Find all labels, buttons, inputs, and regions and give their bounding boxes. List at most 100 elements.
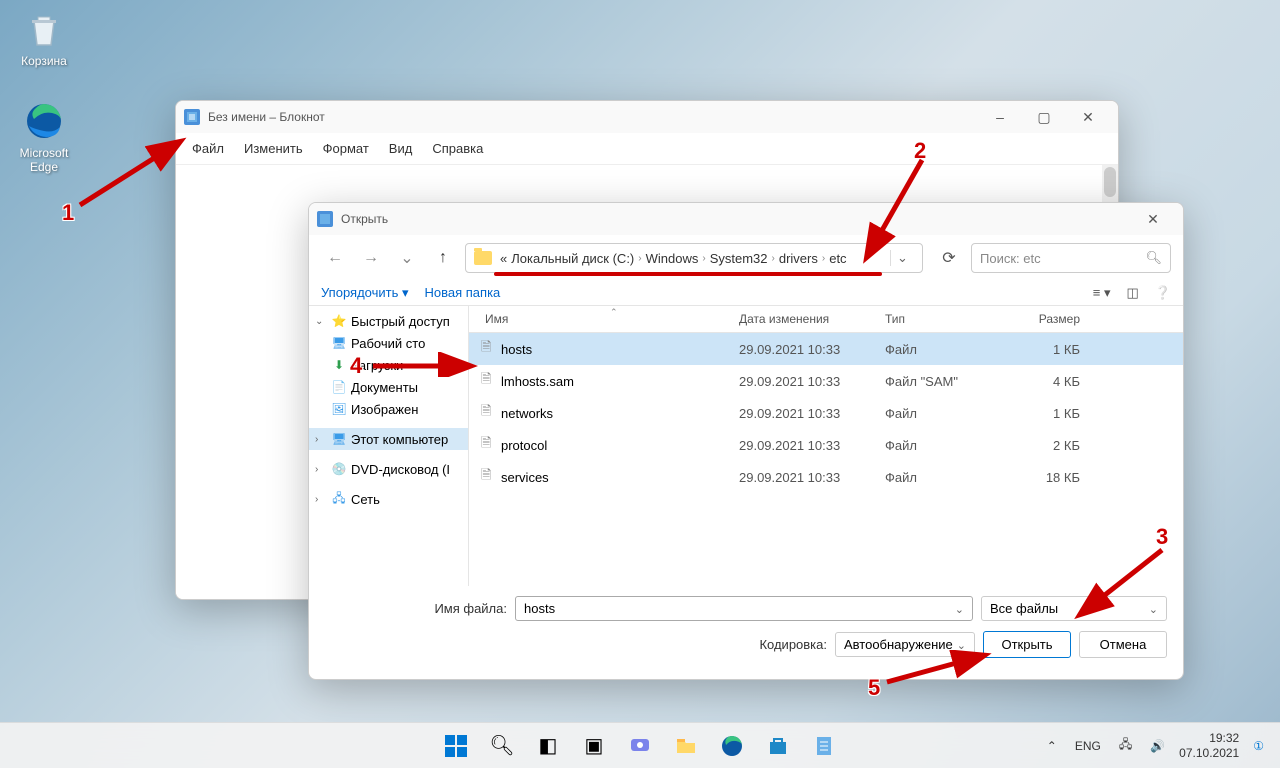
new-folder-button[interactable]: Новая папка [425, 285, 501, 301]
system-tray: ⌃ ENG 🖧 🔊 19:32 07.10.2021 ① [1043, 731, 1280, 760]
sidebar-this-pc[interactable]: ›🖥Этот компьютер [309, 428, 468, 450]
file-list: Имя⌃ Дата изменения Тип Размер 🗎hosts29.… [469, 306, 1183, 586]
search-icon: 🔍︎ [1145, 250, 1162, 266]
file-row[interactable]: 🗎hosts29.09.2021 10:33Файл1 КБ [469, 333, 1183, 365]
language-indicator[interactable]: ENG [1071, 735, 1105, 757]
encoding-label: Кодировка: [759, 637, 827, 652]
chevron-right-icon: › [822, 253, 825, 264]
close-button[interactable]: ✕ [1066, 101, 1110, 133]
volume-icon[interactable]: 🔊 [1146, 735, 1169, 757]
edge-taskbar-button[interactable] [712, 726, 752, 766]
menu-edit[interactable]: Изменить [236, 137, 311, 160]
file-row[interactable]: 🗎protocol29.09.2021 10:33Файл2 КБ [469, 429, 1183, 461]
annotation-underline [494, 272, 882, 276]
dialog-titlebar[interactable]: Открыть ✕ [309, 203, 1183, 235]
recent-button[interactable]: ⌄ [393, 244, 421, 272]
dialog-nav-toolbar: ← → ⌄ ↑ « Локальный диск (C:) › Windows … [309, 235, 1183, 281]
sidebar-downloads[interactable]: ⬇Загрузки [309, 354, 468, 376]
preview-pane-button[interactable]: ◫ [1127, 285, 1139, 301]
dialog-footer: Имя файла: hosts Все файлы Кодировка: Ав… [309, 586, 1183, 668]
sidebar-images[interactable]: 🖼Изображен [309, 398, 468, 420]
filetype-select[interactable]: Все файлы [981, 596, 1167, 621]
start-button[interactable] [436, 726, 476, 766]
column-date[interactable]: Дата изменения [739, 312, 885, 326]
menu-help[interactable]: Справка [424, 137, 491, 160]
file-icon: 🗎 [481, 466, 501, 488]
file-icon: 🗎 [481, 434, 501, 456]
breadcrumb-prefix: « [500, 251, 507, 266]
sidebar-quick-access[interactable]: ⌄⭐Быстрый доступ [309, 310, 468, 332]
address-dropdown[interactable]: ⌄ [890, 250, 914, 266]
organize-button[interactable]: Упорядочить ▾ [321, 285, 409, 301]
edge-icon[interactable]: Microsoft Edge [8, 100, 80, 174]
filename-input[interactable]: hosts [515, 596, 973, 621]
open-button[interactable]: Открыть [983, 631, 1071, 658]
widgets-button[interactable]: ▣ [574, 726, 614, 766]
cancel-button[interactable]: Отмена [1079, 631, 1167, 658]
file-row[interactable]: 🗎networks29.09.2021 10:33Файл1 КБ [469, 397, 1183, 429]
sidebar-documents[interactable]: 📄Документы [309, 376, 468, 398]
sidebar-network[interactable]: ›🖧Сеть [309, 488, 468, 510]
annotation-5: 5 [868, 675, 880, 701]
maximize-button[interactable]: ▢ [1022, 101, 1066, 133]
chevron-right-icon: › [772, 253, 775, 264]
search-input[interactable]: Поиск: etc 🔍︎ [971, 243, 1171, 273]
notepad-menubar: Файл Изменить Формат Вид Справка [176, 133, 1118, 165]
taskbar-center: 🔍︎ ◧ ▣ [436, 726, 844, 766]
encoding-select[interactable]: Автообнаружение [835, 632, 975, 657]
chevron-right-icon: › [702, 253, 705, 264]
annotation-4: 4 [350, 353, 362, 379]
breadcrumb-item[interactable]: Windows [646, 251, 699, 266]
notepad-taskbar-button[interactable] [804, 726, 844, 766]
help-button[interactable]: ❔ [1155, 285, 1171, 301]
clock[interactable]: 19:32 07.10.2021 [1179, 731, 1239, 760]
file-row[interactable]: 🗎services29.09.2021 10:33Файл18 КБ [469, 461, 1183, 493]
notepad-icon [184, 109, 200, 125]
column-name[interactable]: Имя⌃ [481, 312, 739, 326]
dialog-close-button[interactable]: ✕ [1131, 203, 1175, 235]
menu-format[interactable]: Формат [315, 137, 377, 160]
file-list-header: Имя⌃ Дата изменения Тип Размер [469, 306, 1183, 333]
breadcrumb-item[interactable]: drivers [779, 251, 818, 266]
refresh-button[interactable]: ⟳ [935, 244, 963, 272]
taskbar: 🔍︎ ◧ ▣ ⌃ ENG 🖧 🔊 19:32 07.10.2021 ① [0, 722, 1280, 768]
navigation-pane: ⌄⭐Быстрый доступ 🖥Рабочий сто ⬇Загрузки … [309, 306, 469, 586]
chat-button[interactable] [620, 726, 660, 766]
notifications-button[interactable]: ① [1249, 735, 1268, 757]
annotation-2: 2 [914, 138, 926, 164]
sidebar-dvd[interactable]: ›💿DVD-дисковод (I [309, 458, 468, 480]
dialog-title: Открыть [341, 212, 1131, 226]
notepad-titlebar[interactable]: Без имени – Блокнот – ▢ ✕ [176, 101, 1118, 133]
breadcrumb-item[interactable]: Локальный диск (C:) [511, 251, 634, 266]
column-type[interactable]: Тип [885, 312, 1000, 326]
explorer-button[interactable] [666, 726, 706, 766]
edge-label: Microsoft Edge [8, 146, 80, 174]
folder-icon [474, 251, 492, 265]
tray-overflow-button[interactable]: ⌃ [1043, 735, 1061, 757]
column-size[interactable]: Размер [1000, 312, 1080, 326]
store-button[interactable] [758, 726, 798, 766]
annotation-1: 1 [62, 200, 74, 226]
menu-view[interactable]: Вид [381, 137, 421, 160]
dialog-organize-toolbar: Упорядочить ▾ Новая папка ≡ ▾ ◫ ❔ [309, 281, 1183, 306]
forward-button[interactable]: → [357, 244, 385, 272]
file-row[interactable]: 🗎lmhosts.sam29.09.2021 10:33Файл "SAM"4 … [469, 365, 1183, 397]
annotation-3: 3 [1156, 524, 1168, 550]
up-button[interactable]: ↑ [429, 244, 457, 272]
recycle-bin-label: Корзина [8, 54, 80, 68]
back-button[interactable]: ← [321, 244, 349, 272]
network-icon[interactable]: 🖧 [1115, 731, 1136, 760]
filename-label: Имя файла: [325, 601, 507, 616]
search-button[interactable]: 🔍︎ [482, 726, 522, 766]
breadcrumb-item[interactable]: etc [829, 251, 846, 266]
recycle-bin-icon[interactable]: Корзина [8, 8, 80, 68]
task-view-button[interactable]: ◧ [528, 726, 568, 766]
address-bar[interactable]: « Локальный диск (C:) › Windows › System… [465, 243, 923, 273]
minimize-button[interactable]: – [978, 101, 1022, 133]
file-icon: 🗎 [481, 402, 501, 424]
breadcrumb-item[interactable]: System32 [710, 251, 768, 266]
menu-file[interactable]: Файл [184, 137, 232, 160]
view-options-button[interactable]: ≡ ▾ [1093, 285, 1111, 301]
notepad-title: Без имени – Блокнот [208, 110, 978, 124]
sidebar-desktop[interactable]: 🖥Рабочий сто [309, 332, 468, 354]
